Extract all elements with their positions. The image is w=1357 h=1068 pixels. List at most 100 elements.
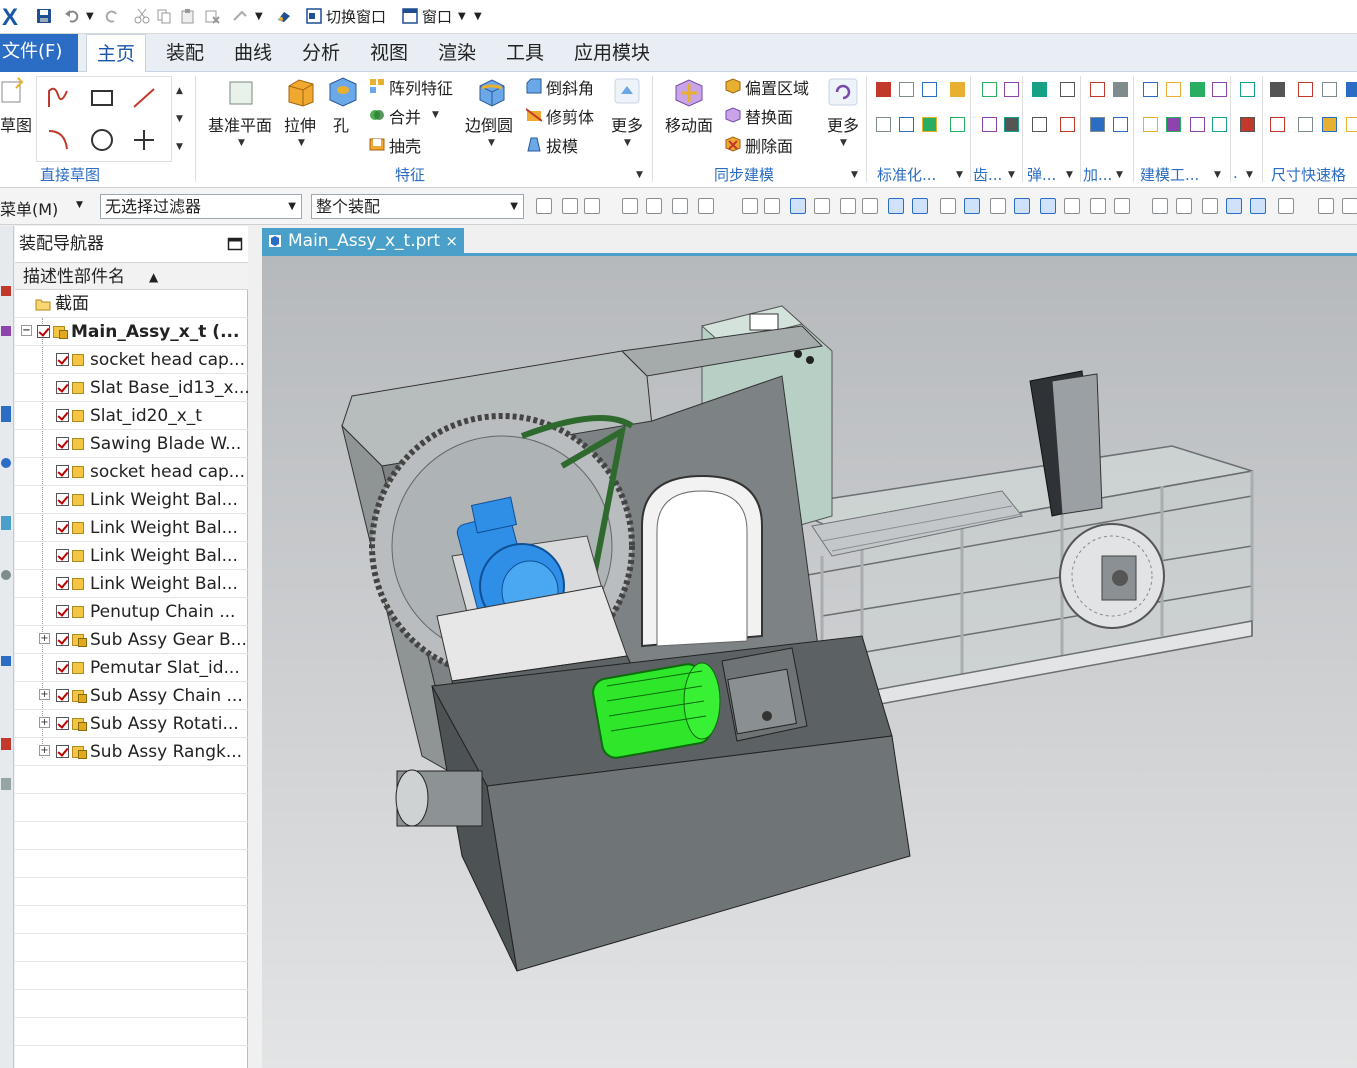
tool-icon[interactable]	[1090, 117, 1105, 132]
document-tab[interactable]: Main_Assy_x_t.prt ×	[262, 228, 464, 254]
tree-row[interactable]: Sawing Blade W...	[15, 430, 248, 458]
tree-row[interactable]: + Sub Assy Rotati...	[15, 710, 248, 738]
datum-plane-button[interactable]: 基准平面	[208, 112, 272, 136]
undo-icon[interactable]	[64, 8, 80, 24]
resource-icon[interactable]	[1, 406, 11, 422]
type-filter-combo[interactable]: 无选择过滤器 ▼	[100, 194, 302, 219]
misc-group-label[interactable]: .	[1233, 164, 1238, 182]
unite-dropdown-icon[interactable]: ▼	[432, 110, 439, 120]
edge-blend-dropdown-icon[interactable]: ▼	[488, 138, 495, 148]
feature-more-dropdown-icon[interactable]: ▼	[624, 138, 631, 148]
file-menu[interactable]: 文件(F)	[0, 34, 78, 72]
column-header-part-name[interactable]: 描述性部件名 ▲	[15, 262, 248, 290]
tool-icon[interactable]	[1166, 82, 1181, 97]
snap-point-icon[interactable]	[698, 198, 714, 214]
move-face-button[interactable]: 移动面	[665, 112, 713, 136]
misc-group-expand-icon[interactable]: ▼	[1246, 170, 1253, 180]
expand-icon[interactable]: +	[39, 689, 50, 700]
tab-view[interactable]: 视图	[360, 34, 418, 72]
visibility-checkbox[interactable]	[56, 745, 69, 758]
tool-icon[interactable]	[982, 117, 997, 132]
sketch-button-label[interactable]: 草图	[0, 112, 32, 136]
tree-row[interactable]: socket head cap...	[15, 346, 248, 374]
collapse-icon[interactable]: −	[21, 325, 32, 336]
tool-icon[interactable]	[1212, 82, 1227, 97]
maximize-icon[interactable]	[227, 236, 243, 252]
close-tab-icon[interactable]: ×	[445, 228, 458, 254]
copy-icon[interactable]	[156, 8, 172, 24]
resource-icon[interactable]	[1, 326, 11, 336]
tree-row[interactable]: Link Weight Bal...	[15, 486, 248, 514]
tool-icon[interactable]	[1060, 117, 1075, 132]
tree-row[interactable]: Penutup Chain ...	[15, 598, 248, 626]
tool-icon[interactable]	[1032, 117, 1047, 132]
snap-point-icon[interactable]	[840, 198, 856, 214]
visibility-checkbox[interactable]	[56, 437, 69, 450]
resource-icon[interactable]	[1, 286, 11, 296]
snap-point-icon[interactable]	[940, 198, 956, 214]
snap-point-icon[interactable]	[562, 198, 578, 214]
feature-more-icon[interactable]	[614, 78, 640, 104]
paste-icon[interactable]	[180, 8, 196, 24]
tool-icon[interactable]	[1298, 82, 1313, 97]
visibility-checkbox[interactable]	[56, 493, 69, 506]
snap-point-icon[interactable]	[1278, 198, 1294, 214]
undo-dropdown-icon[interactable]: ▼	[86, 11, 94, 22]
tool-icon[interactable]	[982, 82, 997, 97]
visibility-checkbox[interactable]	[56, 381, 69, 394]
snap-point-icon[interactable]	[672, 198, 688, 214]
delete-face-icon[interactable]	[725, 136, 741, 152]
visibility-checkbox[interactable]	[56, 465, 69, 478]
tool-icon[interactable]	[950, 117, 965, 132]
tree-row[interactable]: Slat Base_id13_x...	[15, 374, 248, 402]
tree-row[interactable]: + Sub Assy Chain ...	[15, 682, 248, 710]
sketch-scroll-down-icon[interactable]: ▼	[176, 114, 183, 124]
pattern-feature-icon[interactable]	[369, 78, 385, 94]
modeling-tools-group-label[interactable]: 建模工...	[1140, 164, 1199, 185]
draft-button[interactable]: 拔模	[546, 133, 578, 157]
gear-group-label[interactable]: 齿...	[973, 164, 1002, 185]
window-menu[interactable]: 窗口	[422, 6, 452, 27]
offset-region-button[interactable]: 偏置区域	[745, 75, 809, 99]
replace-face-icon[interactable]	[725, 107, 741, 123]
pattern-feature-button[interactable]: 阵列特征	[389, 75, 453, 99]
snap-point-icon[interactable]	[1202, 198, 1218, 214]
rectangle-icon[interactable]	[89, 85, 115, 111]
save-icon[interactable]	[36, 8, 52, 24]
snap-point-icon[interactable]	[742, 198, 758, 214]
visibility-checkbox[interactable]	[56, 605, 69, 618]
visibility-checkbox[interactable]	[56, 689, 69, 702]
shell-icon[interactable]	[369, 136, 385, 152]
tab-applications[interactable]: 应用模块	[564, 34, 660, 72]
snap-point-icon[interactable]	[1176, 198, 1192, 214]
resource-icon[interactable]	[1, 516, 11, 530]
unite-button[interactable]: 合并	[389, 104, 421, 128]
tool-icon[interactable]	[899, 82, 914, 97]
menu-button[interactable]: 菜单(M)	[0, 196, 58, 220]
point-icon[interactable]	[131, 127, 157, 153]
standard-parts-expand-icon[interactable]: ▼	[956, 170, 963, 180]
snap-point-icon[interactable]	[790, 198, 806, 214]
sketch-gallery-expand-icon[interactable]: ▼	[176, 142, 183, 152]
tool-icon[interactable]	[1212, 117, 1227, 132]
sync-more-button[interactable]: 更多	[827, 112, 859, 136]
expand-icon[interactable]: +	[39, 745, 50, 756]
graphics-window[interactable]	[262, 256, 1357, 1068]
edge-blend-button[interactable]: 边倒圆	[465, 112, 513, 136]
snap-point-icon[interactable]	[1318, 198, 1334, 214]
tab-tools[interactable]: 工具	[496, 34, 554, 72]
spring-group-expand-icon[interactable]: ▼	[1066, 170, 1073, 180]
datum-plane-icon[interactable]	[226, 78, 256, 108]
line-icon[interactable]	[131, 85, 157, 111]
draft-icon[interactable]	[526, 136, 542, 152]
tab-curve[interactable]: 曲线	[224, 34, 282, 72]
snap-point-icon[interactable]	[1064, 198, 1080, 214]
snap-point-icon[interactable]	[622, 198, 638, 214]
tool-icon[interactable]	[1322, 117, 1337, 132]
tool-icon[interactable]	[1346, 82, 1357, 97]
visibility-checkbox[interactable]	[56, 353, 69, 366]
expand-icon[interactable]: +	[39, 633, 50, 644]
snap-point-icon[interactable]	[1226, 198, 1242, 214]
tree-row[interactable]: Pemutar Slat_id...	[15, 654, 248, 682]
delete-icon[interactable]	[204, 8, 220, 24]
